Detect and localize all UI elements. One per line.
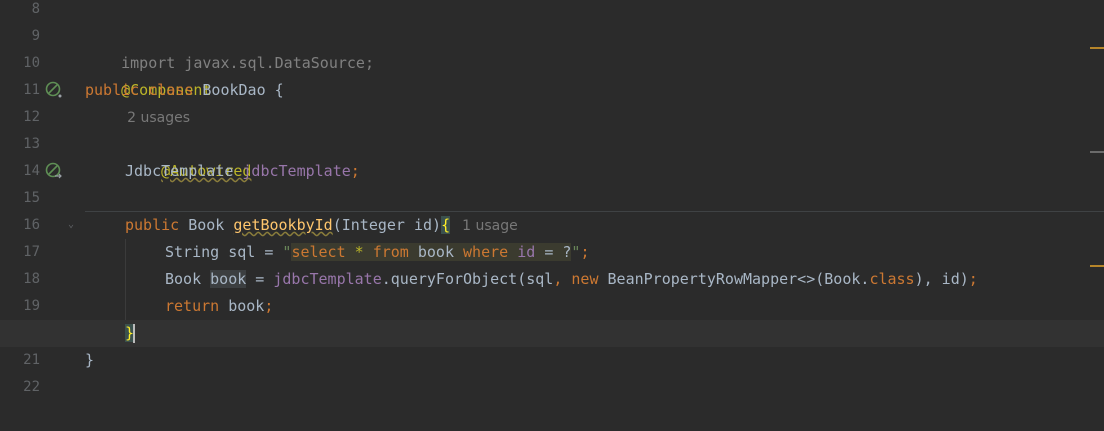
fold-icon[interactable]: ⌄ — [68, 220, 78, 230]
line-number: 12 — [23, 109, 40, 125]
line-number: 21 — [23, 352, 40, 368]
semicolon: ; — [968, 270, 978, 288]
keyword-public: public — [125, 216, 189, 234]
indent-guide — [125, 239, 126, 320]
code-line-9: import javax.sql.DataSource; — [85, 23, 1104, 72]
assign: = — [246, 270, 274, 288]
class-close-brace: } — [85, 351, 95, 369]
method-call: .queryForObject(sql — [381, 270, 554, 288]
keyword-public: public — [85, 81, 140, 99]
code-line-14: JdbcTemplate jdbcTemplate; — [125, 158, 1104, 185]
line-number: 22 — [23, 379, 40, 395]
line-number: 9 — [31, 28, 40, 44]
method-name: getBookbyId — [233, 216, 333, 234]
line-number: 8 — [31, 1, 40, 17]
line-number: 15 — [23, 190, 40, 206]
line-number: 14 — [23, 163, 40, 179]
scrollbar-warning-mark[interactable] — [1090, 47, 1104, 49]
code-line-17: String sql = "select * from book where i… — [165, 239, 1104, 266]
bean-icon[interactable] — [45, 81, 63, 99]
line-number: 18 — [23, 271, 40, 287]
code-editor[interactable]: import javax.sql.DataSource; @Component … — [0, 0, 1104, 431]
code-line-21: } — [85, 347, 1104, 374]
keyword-class: class — [869, 270, 915, 288]
return-type: Book — [188, 216, 234, 234]
line-number: 13 — [23, 136, 40, 152]
row-mapper: BeanPropertyRowMapper<>(Book. — [607, 270, 870, 288]
variable-book: book — [228, 297, 265, 315]
code-line-20: } — [125, 320, 1104, 347]
sql-column: id — [508, 243, 545, 261]
semicolon: ; — [580, 243, 590, 261]
sql-table: book — [408, 243, 464, 261]
matched-brace-open: { — [441, 216, 451, 234]
code-line-10: @Component 2 usages — [85, 50, 1104, 126]
variable-book: book — [210, 270, 247, 288]
code-line-16: public Book getBookbyId(Integer id){1 us… — [125, 212, 1104, 239]
comma: , — [553, 270, 572, 288]
sql-eq: = ? — [544, 243, 572, 261]
declaration: String sql = — [165, 243, 283, 261]
semicolon: ; — [264, 297, 274, 315]
semicolon: ; — [350, 162, 360, 180]
code-line-18: Book book = jdbcTemplate.queryForObject(… — [165, 266, 1104, 293]
sql-star: * — [345, 243, 373, 261]
scrollbar-mark[interactable] — [1090, 151, 1104, 153]
sql-where: where — [463, 243, 509, 261]
line-number: 19 — [23, 298, 40, 314]
code-line-19: return book; — [165, 293, 1104, 320]
line-number: 10 — [23, 55, 40, 71]
keyword-return: return — [165, 297, 229, 315]
code-line-13: @Autowired — [125, 131, 1104, 180]
call-rest: ), id) — [914, 270, 969, 288]
line-number: 17 — [23, 244, 40, 260]
type-name: JdbcTemplate — [125, 162, 243, 180]
autowired-bean-icon[interactable] — [45, 162, 63, 180]
usages-hint[interactable]: 2 usages — [127, 110, 190, 126]
code-line-11: public class BookDao { — [85, 77, 1104, 104]
field-jdbctemplate: jdbcTemplate — [273, 270, 382, 288]
sql-from: from — [372, 243, 409, 261]
keyword-class: class — [148, 81, 194, 99]
line-number: 16 — [23, 217, 40, 233]
sql-select: select — [291, 243, 346, 261]
scrollbar-warning-mark[interactable] — [1090, 265, 1104, 267]
keyword-new: new — [571, 270, 608, 288]
text-caret — [133, 324, 136, 343]
field-jdbctemplate: jdbcTemplate — [242, 162, 351, 180]
method-params: (Integer id) — [332, 216, 442, 234]
line-number: 11 — [23, 82, 40, 98]
usage-hint[interactable]: 1 usage — [462, 218, 518, 234]
class-name: BookDao { — [202, 81, 284, 99]
gutter: 8 9 10 11 12 13 14 15 16 17 18 19 20 21 … — [0, 0, 74, 431]
type-name: Book — [165, 270, 211, 288]
